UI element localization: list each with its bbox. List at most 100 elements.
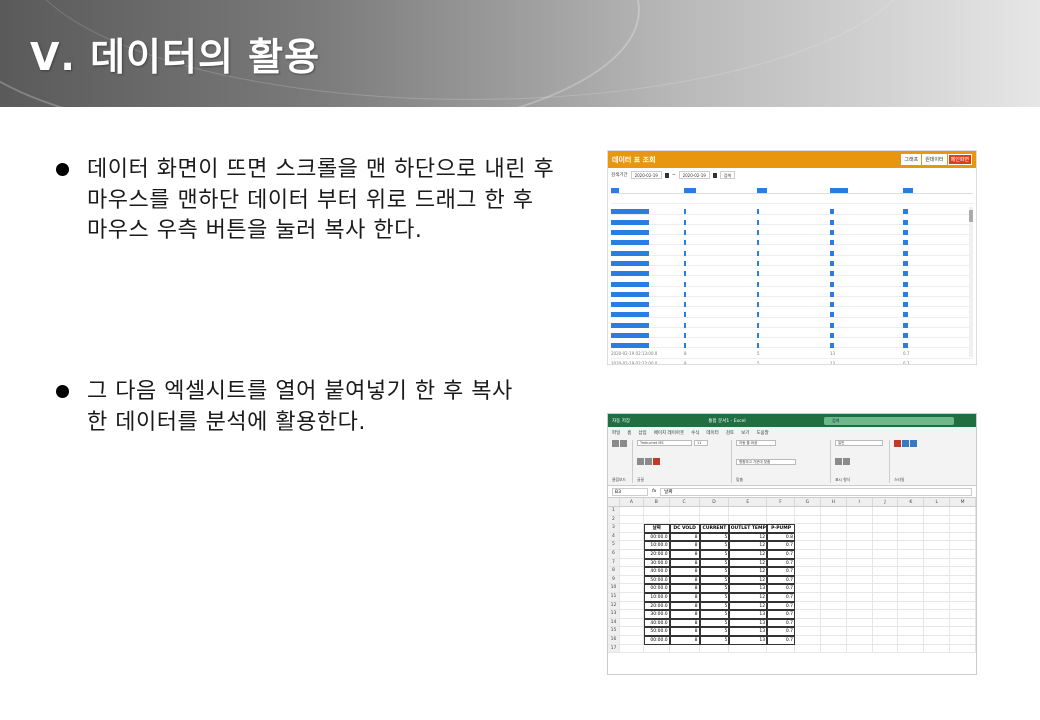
sheet-cell[interactable] [820,515,847,525]
sheet-cell[interactable]: 13 [729,627,768,636]
sheet-cell[interactable] [846,532,873,542]
sheet-cell[interactable] [898,541,925,550]
sheet-cell[interactable] [872,567,899,576]
percent-icon[interactable] [835,457,842,465]
search-input[interactable]: 검색 [824,416,954,425]
sheet-cell[interactable]: 8 [669,618,700,628]
sheet-cell[interactable] [699,515,730,525]
calendar-icon[interactable] [712,172,717,178]
column-header[interactable]: A [620,498,644,506]
sheet-cell[interactable] [795,610,821,619]
sheet-cell[interactable]: 5 [699,532,730,542]
sheet-cell[interactable] [795,507,821,516]
sheet-cell[interactable] [820,575,847,585]
sheet-cell[interactable] [898,635,925,645]
sheet-cell[interactable]: 8 [669,567,700,576]
sheet-cell[interactable] [846,610,873,619]
sheet-cell[interactable]: 50:00.0 [643,627,670,636]
row-header[interactable]: 7 [608,558,620,568]
sheet-cell[interactable] [846,575,873,585]
sheet-cell[interactable] [795,532,821,542]
row-header[interactable]: 2 [608,515,620,525]
sheet-cell[interactable] [872,541,899,550]
sheet-cell[interactable] [950,601,976,611]
sheet-cell[interactable] [795,541,821,550]
sheet-cell[interactable] [898,584,925,593]
sheet-cell[interactable]: 20:00.0 [643,601,670,611]
sheet-cell[interactable]: 8 [669,541,700,550]
sheet-cell[interactable] [898,515,925,525]
sheet-cell[interactable]: 0.8 [767,532,795,542]
sheet-cell[interactable] [619,558,644,568]
sheet-cell[interactable] [924,627,951,636]
ribbon-tab[interactable]: 홈 [627,430,631,436]
sheet-cell[interactable]: 0.7 [767,635,795,645]
comma-icon[interactable] [843,457,850,465]
sheet-cell[interactable] [924,558,951,568]
sheet-cell[interactable]: 0.7 [767,541,795,550]
column-header[interactable]: L [924,498,951,506]
sheet-cell[interactable] [950,541,976,550]
sheet-cell[interactable]: 40:00.0 [643,567,670,576]
sheet-cell[interactable] [898,549,925,559]
sheet-cell[interactable] [950,644,976,654]
sheet-cell[interactable] [846,524,873,533]
sheet-cell[interactable]: 13 [729,584,768,593]
sheet-cell[interactable] [795,592,821,602]
sheet-cell[interactable]: 8 [669,610,700,619]
table-format-icon[interactable] [902,440,909,447]
sheet-cell[interactable]: 30:00.0 [643,610,670,619]
sheet-cell[interactable] [924,644,951,654]
sheet-cell[interactable] [872,601,899,611]
sheet-cell[interactable]: P-PUMP [767,524,796,533]
sheet-cell[interactable] [872,524,899,533]
sheet-cell[interactable] [729,515,768,525]
sheet-cell[interactable] [619,507,644,516]
name-box[interactable]: B3 [612,487,648,496]
sheet-cell[interactable] [795,627,821,636]
sheet-cell[interactable] [795,601,821,611]
sheet-cell[interactable] [950,549,976,559]
sheet-cell[interactable]: 00:00.0 [643,532,670,542]
sheet-cell[interactable] [924,532,951,542]
sheet-cell[interactable] [950,515,976,525]
sheet-cell[interactable] [795,558,821,568]
column-header[interactable]: B [644,498,670,506]
sheet-cell[interactable]: 5 [699,592,730,602]
sheet-cell[interactable] [924,549,951,559]
sheet-cell[interactable] [898,524,925,533]
sheet-cell[interactable] [846,644,873,654]
sheet-cell[interactable] [924,635,951,645]
sheet-cell[interactable]: 5 [699,610,730,619]
sheet-cell[interactable]: 12 [729,601,768,611]
sheet-cell[interactable]: 12 [729,558,768,568]
sheet-cell[interactable] [643,507,670,516]
sheet-cell[interactable] [619,575,644,585]
sheet-cell[interactable]: 0.7 [767,627,795,636]
sheet-cell[interactable] [820,541,847,550]
sheet-cell[interactable] [872,532,899,542]
sheet-cell[interactable] [795,567,821,576]
sheet-cell[interactable] [795,524,821,533]
sheet-cell[interactable]: 5 [699,549,730,559]
column-header[interactable]: H [821,498,847,506]
sheet-cell[interactable]: 5 [699,627,730,636]
sheet-cell[interactable]: 8 [669,635,700,645]
sheet-cell[interactable] [619,541,644,550]
row-header[interactable]: 15 [608,627,620,636]
sheet-cell[interactable] [924,584,951,593]
sheet-cell[interactable]: 00:00.0 [643,635,670,645]
sheet-cell[interactable] [846,601,873,611]
number-format-select[interactable]: 일반 [835,440,883,446]
sheet-cell[interactable]: 13 [729,610,768,619]
sheet-cell[interactable] [898,532,925,542]
formula-input[interactable]: 날짜 [660,487,972,496]
column-header[interactable]: I [847,498,873,506]
sheet-cell[interactable]: 5 [699,567,730,576]
sheet-cell[interactable]: 12 [729,532,768,542]
raw-data-button[interactable]: 원데이터 [922,154,947,165]
column-header[interactable]: G [795,498,821,506]
sheet-cell[interactable] [795,618,821,628]
sheet-cell[interactable] [795,584,821,593]
grid-row[interactable]: 2020-02-19 02:13:00.0 8 5 13 0.7 [611,348,973,359]
